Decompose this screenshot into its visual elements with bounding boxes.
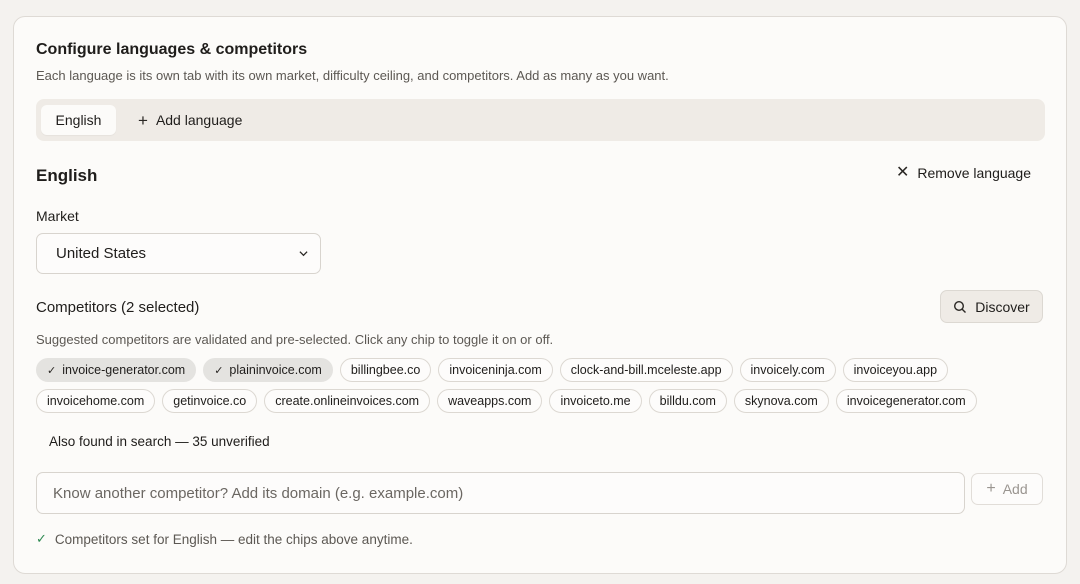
competitor-chip[interactable]: getinvoice.co [162,389,258,413]
competitor-chip[interactable]: ✓ invoice-generator.com [36,358,197,382]
competitor-chip-label: plaininvoice.com [229,363,322,377]
check-icon: ✓ [214,364,224,377]
language-tab-bar: English + Add language [36,99,1045,141]
add-competitor-label: Add [1002,481,1028,497]
language-heading: English [36,166,98,185]
competitor-chip[interactable]: clock-and-bill.mceleste.app [559,358,733,382]
competitors-label: Competitors (2 selected) [36,299,200,316]
competitor-chip-label: getinvoice.co [173,394,247,408]
tab-english[interactable]: English [41,105,116,135]
remove-language-label: Remove language [917,165,1031,181]
competitor-chip[interactable]: create.onlineinvoices.com [264,389,431,413]
market-selected-value: United States [56,245,147,262]
competitor-chip[interactable]: invoicehome.com [36,389,156,413]
add-competitor-button[interactable]: + Add [971,473,1043,505]
x-icon: ✕ [895,164,910,181]
page-title: Configure languages & competitors [36,41,308,58]
competitor-chip[interactable]: ✓ plaininvoice.com [203,358,333,382]
competitor-chip-label: invoicehome.com [47,394,145,408]
chip-row-1: ✓ invoice-generator.com ✓ plaininvoice.com b… [36,358,996,382]
competitor-chip-label: skynova.com [744,394,818,408]
market-select[interactable]: United States [36,233,321,274]
competitor-chip-label: invoice-generator.com [62,363,186,377]
market-label: Market [36,208,79,224]
remove-language-button[interactable]: ✕ Remove language [895,164,1031,182]
chip-row-2: invoicehome.com getinvoice.co create.onlin… [36,389,996,413]
also-found-text[interactable]: Also found in search — 35 unverified [49,434,270,449]
competitor-chip-label: create.onlineinvoices.com [275,394,420,408]
competitor-chip-label: billdu.com [659,394,716,408]
competitor-chip-label: billingbee.co [350,363,421,377]
competitor-chip-label: invoiceninja.com [449,363,542,377]
page-description: Each language is its own tab with its ow… [36,68,669,83]
competitors-hint: Suggested competitors are validated and … [36,332,554,347]
competitor-chip[interactable]: billdu.com [648,389,727,413]
competitor-chip-label: invoiceto.me [560,394,631,408]
competitor-chip[interactable]: invoiceto.me [549,389,642,413]
competitor-chip[interactable]: billingbee.co [339,358,432,382]
competitor-chip[interactable]: invoicegenerator.com [835,389,977,413]
competitor-chips: ✓ invoice-generator.com ✓ plaininvoice.com b… [36,358,996,420]
add-language-label: Add language [155,112,243,128]
discover-button[interactable]: Discover [940,290,1043,323]
add-language-button[interactable]: + Add language [134,105,246,135]
competitor-domain-input[interactable] [36,472,965,514]
competitor-chip-label: invoiceyou.app [853,363,938,377]
competitor-chip[interactable]: waveapps.com [437,389,543,413]
chevron-down-icon [299,251,308,257]
plus-icon: + [138,110,148,130]
competitor-chip-label: invoicegenerator.com [846,394,966,408]
check-icon: ✓ [36,531,47,546]
competitor-chip-label: clock-and-bill.mceleste.app [570,363,722,377]
competitor-chip[interactable]: invoiceyou.app [842,358,949,382]
configure-card: Configure languages & competitors Each l… [13,16,1067,574]
status-text: Competitors set for English — edit the c… [54,531,413,547]
search-icon [954,300,967,313]
status-message: ✓ Competitors set for English — edit the… [36,531,413,547]
competitor-chip-label: waveapps.com [448,394,532,408]
plus-icon: + [986,480,996,497]
discover-label: Discover [975,298,1030,315]
competitor-chip[interactable]: invoicely.com [739,358,836,382]
competitor-chip-label: invoicely.com [750,363,825,377]
check-icon: ✓ [47,364,57,377]
competitor-chip[interactable]: skynova.com [733,389,829,413]
competitor-chip[interactable]: invoiceninja.com [438,358,553,382]
